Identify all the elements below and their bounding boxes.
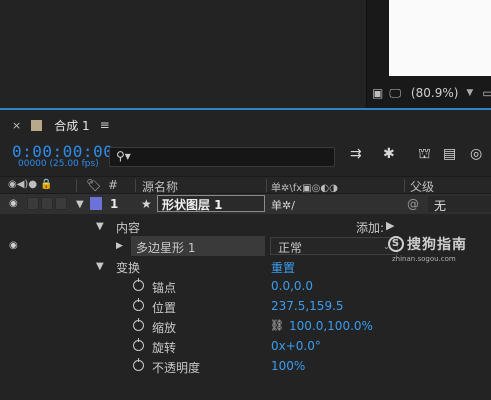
property-label: 锚点 — [152, 281, 177, 295]
polystar-label: 多边星形 1 — [136, 241, 196, 255]
constrain-proportions-icon[interactable]: ⛓ — [270, 319, 284, 332]
blend-mode-value: 正常 — [278, 241, 303, 255]
twirl-down-icon[interactable]: ▼ — [76, 199, 84, 210]
draft-3d-icon[interactable]: ✱ — [383, 146, 395, 162]
layer-row[interactable]: ◉ ▼ 1 ★ 形状图层 1 单✲/ @ 无 — [0, 194, 491, 214]
chevron-down-icon: ▼ — [466, 88, 474, 98]
watermark-logo: S 搜狗指南 — [388, 234, 484, 254]
timeline-tab[interactable]: × 合成 1 ≡ — [0, 114, 491, 136]
layer-index: 1 — [110, 197, 119, 211]
solo-switch[interactable] — [41, 197, 53, 210]
pickwhip-icon[interactable]: @ — [407, 197, 419, 211]
layer-name-field[interactable]: 形状图层 1 — [157, 195, 265, 212]
composition-color-swatch — [31, 119, 43, 131]
eye-icon[interactable]: ◉ — [9, 198, 18, 209]
contents-label: 内容 — [116, 221, 141, 235]
index-header[interactable]: # — [108, 178, 118, 192]
lock-switch[interactable] — [55, 197, 67, 210]
property-label: 位置 — [152, 301, 177, 315]
sogou-logo-icon: S — [388, 236, 404, 252]
polystar-name-field[interactable]: ▶ 多边星形 1 — [116, 236, 265, 256]
twirl-down-icon[interactable]: ▼ — [96, 221, 104, 232]
search-input[interactable]: ⚲▾ — [109, 147, 335, 167]
contents-group-row[interactable]: ▼ 内容 添加: ▶ — [0, 216, 491, 236]
property-row[interactable]: 锚点 0.0,0.0 — [0, 276, 491, 296]
layer-column-header: ◉◀)● 🔒 🏷 # 源名称 单✲\fx▣◎◐◑ 父级 — [0, 176, 491, 194]
frame-blending-icon[interactable]: ▤ — [443, 146, 456, 162]
property-row[interactable]: 缩放 ⛓ 100.0,100.0% — [0, 316, 491, 336]
motion-blur-icon[interactable]: ◎ — [470, 146, 482, 162]
column-divider — [135, 179, 136, 192]
property-value[interactable]: 100% — [271, 359, 305, 373]
column-divider — [404, 179, 405, 192]
close-icon[interactable]: × — [12, 119, 21, 132]
panel-menu-icon[interactable]: ≡ — [100, 118, 110, 132]
layer-label-color[interactable] — [90, 197, 102, 210]
hide-shy-layers-icon[interactable]: ⛫ — [418, 146, 431, 164]
layer-switches[interactable]: 单✲/ — [271, 197, 295, 213]
layer-name: 形状图层 1 — [162, 198, 223, 212]
zoom-value: (80.9%) — [410, 86, 459, 100]
property-value[interactable]: 0.0,0.0 — [271, 279, 313, 293]
parent-header[interactable]: 父级 — [410, 178, 434, 195]
property-label: 缩放 — [152, 321, 177, 335]
stopwatch-icon[interactable] — [133, 338, 144, 351]
watermark-url: zhinan.sogou.com — [392, 255, 456, 263]
property-label: 旋转 — [152, 341, 177, 355]
stopwatch-icon[interactable] — [133, 278, 144, 291]
shape-layer-star-icon: ★ — [141, 197, 152, 211]
property-row[interactable]: 位置 237.5,159.5 — [0, 296, 491, 316]
transform-label: 变换 — [116, 261, 141, 275]
property-value[interactable]: 0x+0.0° — [271, 339, 321, 353]
audio-switch[interactable] — [27, 197, 39, 210]
region-of-interest-icon[interactable]: ▭ — [482, 86, 491, 100]
av-switches-header[interactable]: ◉◀)● 🔒 — [8, 179, 53, 190]
parent-select[interactable]: 无 — [428, 196, 491, 213]
blend-mode-select[interactable]: 正常 ⌄ — [270, 237, 398, 255]
reset-link[interactable]: 重置 — [271, 259, 295, 276]
twirl-right-icon[interactable]: ▶ — [116, 241, 123, 251]
parent-value: 无 — [434, 199, 447, 213]
stopwatch-icon[interactable] — [133, 318, 144, 331]
timeline-empty-area — [0, 374, 491, 400]
column-divider — [266, 179, 267, 192]
stopwatch-icon[interactable] — [133, 298, 144, 311]
property-value[interactable]: 237.5,159.5 — [271, 299, 344, 313]
property-value[interactable]: 100.0,100.0% — [289, 319, 373, 333]
composition-flowchart-icon[interactable]: ⇉ — [350, 146, 362, 162]
snapshot-icon[interactable]: ▣ — [372, 86, 383, 100]
source-name-header[interactable]: 源名称 — [142, 178, 178, 195]
search-icon: ⚲▾ — [116, 149, 131, 163]
monitor-icon[interactable]: 🖵 — [389, 86, 401, 101]
add-menu-icon[interactable]: ▶ — [386, 219, 394, 232]
tab-label[interactable]: 合成 1 — [54, 117, 89, 134]
column-divider — [76, 179, 77, 192]
twirl-down-icon[interactable]: ▼ — [96, 261, 104, 272]
layer-switches-header[interactable]: 单✲\fx▣◎◐◑ — [271, 179, 338, 194]
add-menu-label: 添加: — [356, 221, 385, 235]
stopwatch-icon[interactable] — [133, 358, 144, 371]
composition-canvas[interactable] — [389, 0, 491, 76]
frame-rate-label: 00000 (25.00 fps) — [18, 159, 99, 169]
watermark-brand: 搜狗指南 — [407, 237, 467, 253]
property-row[interactable]: 旋转 0x+0.0° — [0, 336, 491, 356]
eye-icon[interactable]: ◉ — [9, 240, 18, 251]
zoom-select[interactable]: (80.9%) ▼ — [411, 86, 473, 100]
tag-icon[interactable]: 🏷 — [86, 178, 101, 192]
viewer-toolbar: ▣ 🖵 (80.9%) ▼ ▭ — [366, 80, 491, 106]
property-row[interactable]: 不透明度 100% — [0, 356, 491, 376]
watermark: S 搜狗指南 zhinan.sogou.com — [388, 234, 484, 263]
